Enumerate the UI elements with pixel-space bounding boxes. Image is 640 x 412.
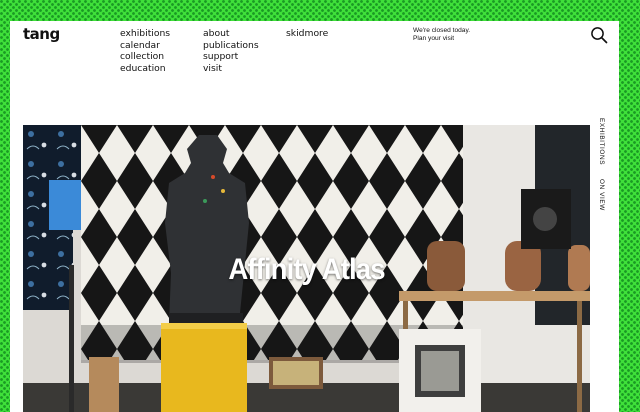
page-panel: tang exhibitions calendar collection edu… — [10, 21, 619, 412]
hours-notice: We're closed today. Plan your visit — [413, 27, 470, 44]
search-icon — [591, 27, 608, 44]
nav-link-exhibitions[interactable]: exhibitions — [120, 28, 170, 40]
search-button[interactable] — [590, 26, 608, 44]
nav-link-education[interactable]: education — [120, 63, 170, 75]
nav-column-2: about publications support visit — [203, 28, 259, 74]
nav-link-calendar[interactable]: calendar — [120, 40, 170, 52]
exhibition-title[interactable]: Affinity Atlas — [46, 253, 568, 287]
nav-column-1: exhibitions calendar collection educatio… — [120, 28, 170, 74]
plan-visit-link[interactable]: Plan your visit — [413, 35, 470, 43]
hours-notice-text: We're closed today. — [413, 27, 471, 34]
nav-link-visit[interactable]: visit — [203, 63, 259, 75]
nav-column-3: skidmore — [286, 28, 328, 40]
nav-link-about[interactable]: about — [203, 28, 259, 40]
nav-link-support[interactable]: support — [203, 51, 259, 63]
side-tab-on-view[interactable]: ON VIEW — [598, 179, 605, 211]
nav-link-collection[interactable]: collection — [120, 51, 170, 63]
nav-link-skidmore[interactable]: skidmore — [286, 28, 328, 40]
hero-image[interactable]: Affinity Atlas — [23, 125, 590, 412]
side-tab-exhibitions[interactable]: EXHIBITIONS — [598, 118, 605, 165]
nav-link-publications[interactable]: publications — [203, 40, 259, 52]
logo[interactable]: tang — [23, 25, 60, 43]
